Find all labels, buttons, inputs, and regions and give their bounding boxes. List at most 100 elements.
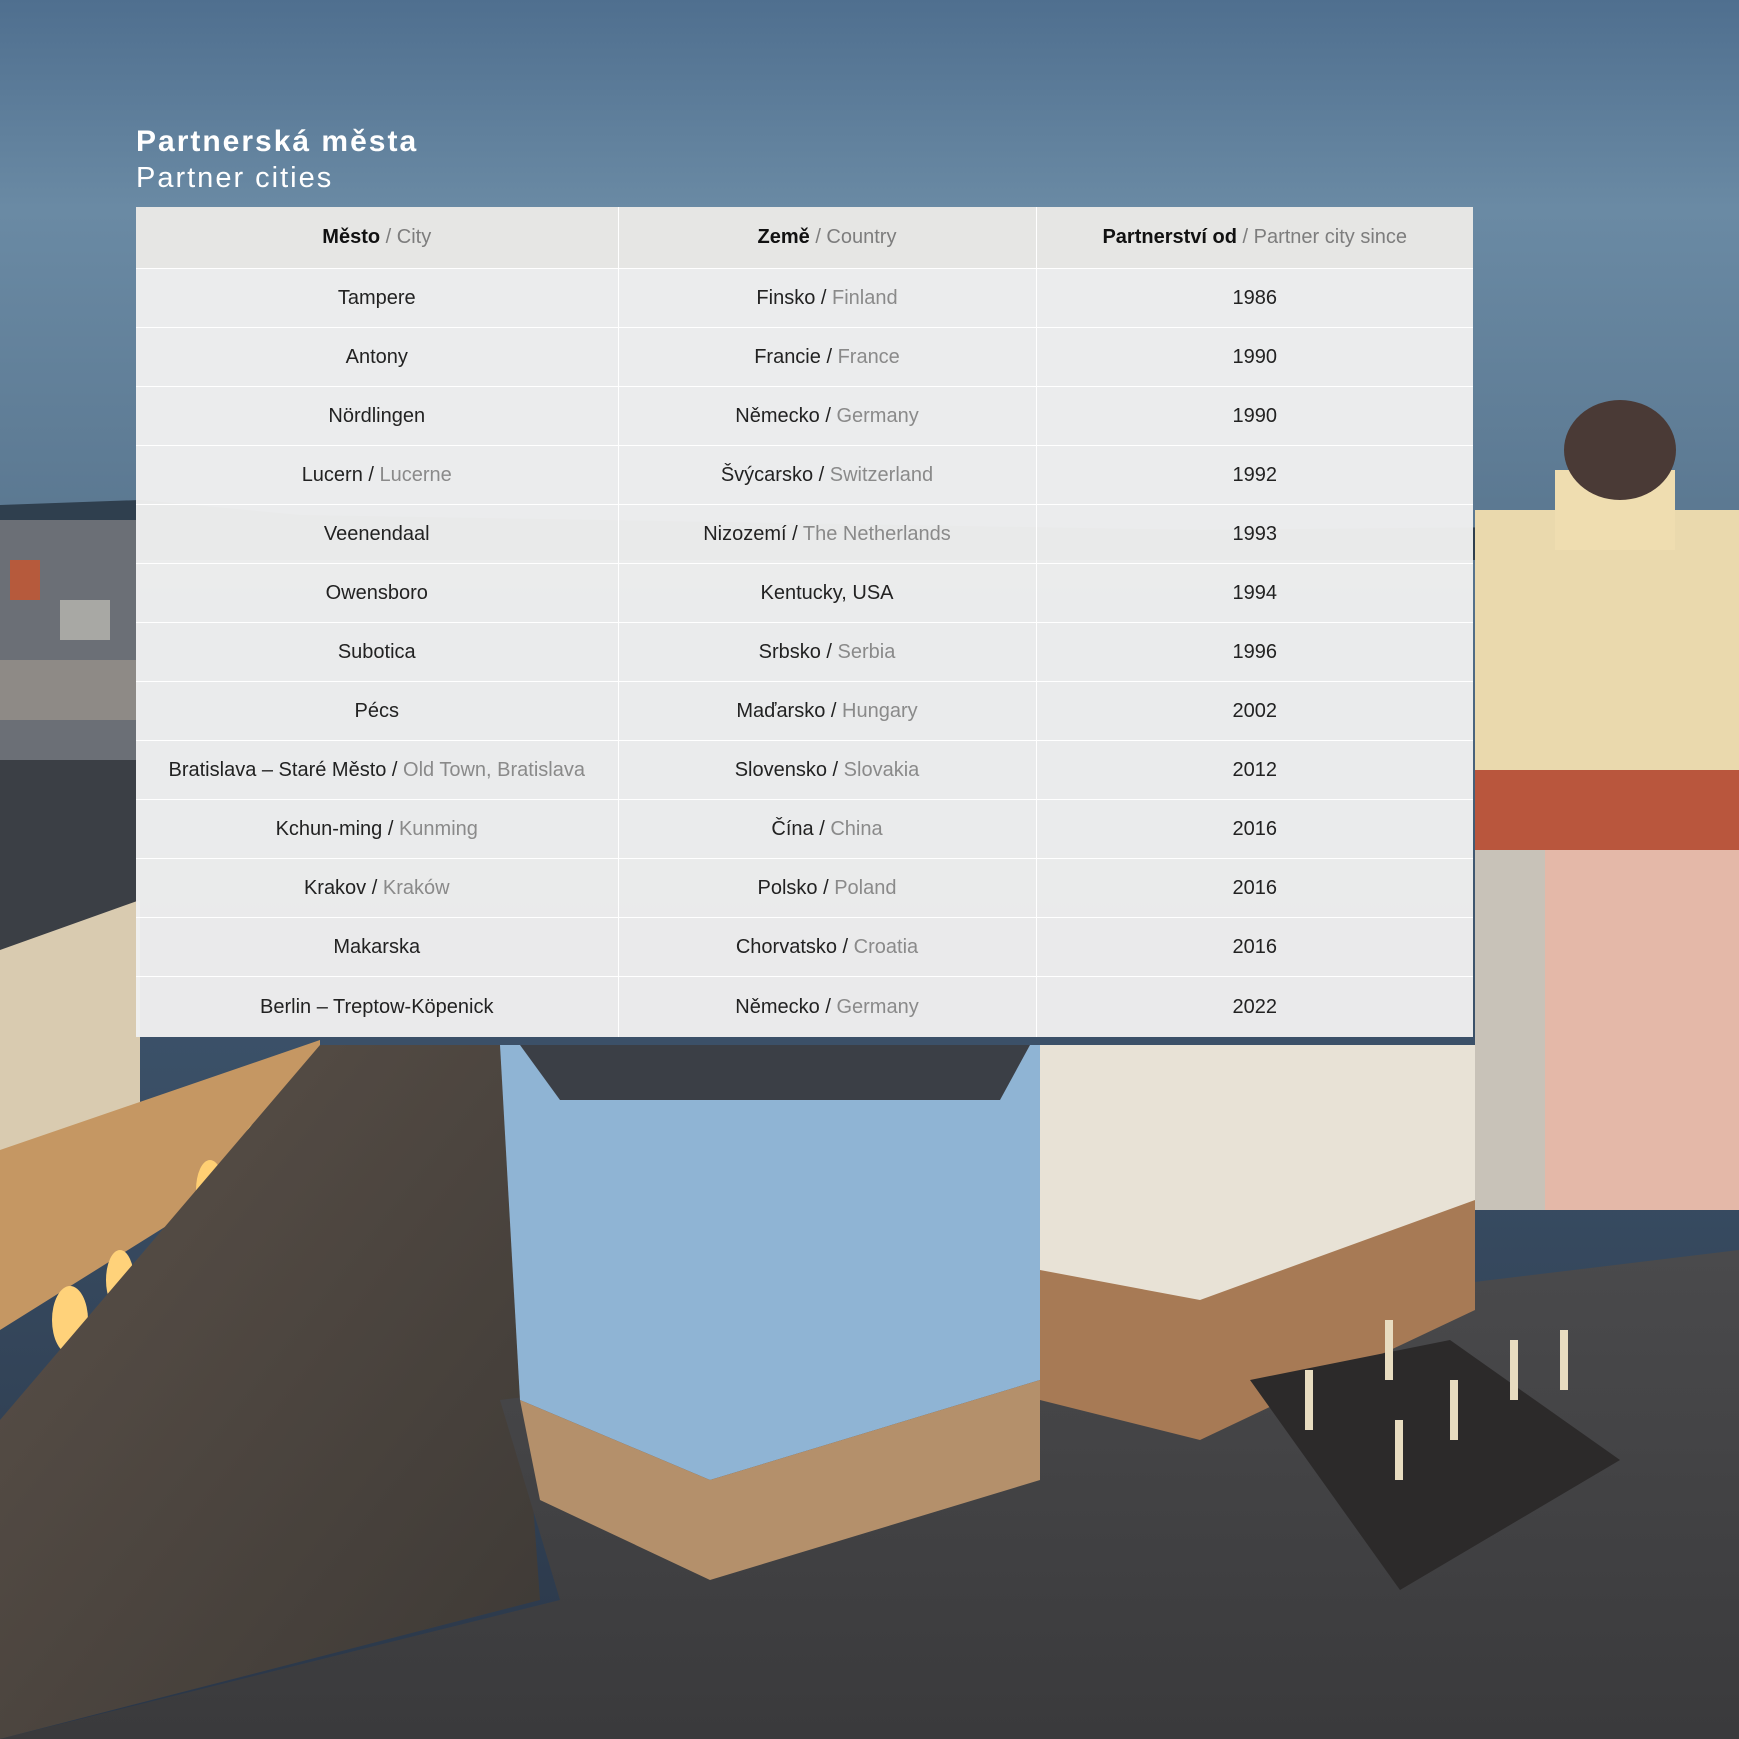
city-cell-main: Lucern — [301, 463, 363, 486]
city-cell-english: Lucerne — [379, 463, 452, 486]
country-cell: Německo / Germany — [618, 976, 1037, 1037]
country-cell-english: Germany — [836, 404, 919, 427]
country-cell-separator: / — [820, 345, 838, 368]
since-cell: 2016 — [1036, 799, 1473, 859]
city-cell: Kchun-ming / Kunming — [136, 799, 619, 859]
country-cell-english: Hungary — [842, 699, 918, 722]
city-cell: Owensboro — [136, 563, 619, 623]
city-cell-main: Antony — [345, 345, 408, 368]
header-city: Město / City — [136, 207, 619, 269]
country-cell-separator: / — [815, 286, 832, 309]
city-cell: Subotica — [136, 622, 619, 682]
city-cell: Krakov / Kraków — [136, 858, 619, 918]
table-row: Berlin – Treptow-Köpenick Německo / Germa… — [136, 976, 1473, 1037]
country-cell: Polsko / Poland — [618, 858, 1037, 918]
city-cell: Berlin – Treptow-Köpenick — [136, 976, 619, 1037]
city-cell: Bratislava – Staré Město / Old Town, Bra… — [136, 740, 619, 800]
country-cell: Kentucky, USA — [618, 563, 1037, 623]
table-row: Lucern / Lucerne Švýcarsko / Switzerland 1… — [136, 445, 1473, 505]
country-cell-main: Německo — [735, 995, 820, 1018]
table-row: Bratislava – Staré Město / Old Town, Bra… — [136, 740, 1473, 800]
table-row: Veenendaal Nizozemí / The Netherlands 1993 — [136, 504, 1473, 564]
country-cell: Čína / China — [618, 799, 1037, 859]
country-cell-separator: / — [825, 699, 843, 722]
table-row: Antony Francie / France 1990 — [136, 327, 1473, 387]
city-cell: Antony — [136, 327, 619, 387]
city-cell: Makarska — [136, 917, 619, 977]
country-cell-main: Maďarsko — [736, 699, 826, 722]
since-cell-main: 2022 — [1232, 995, 1278, 1018]
city-cell-english: Kunming — [398, 817, 478, 840]
table-row: Nördlingen Německo / Germany 1990 — [136, 386, 1473, 446]
country-cell-main: Francie — [754, 345, 821, 368]
country-cell-main: Kentucky, USA — [760, 581, 894, 604]
since-cell: 1986 — [1036, 268, 1473, 328]
city-cell-separator: / — [362, 463, 380, 486]
country-cell-english: Poland — [834, 876, 897, 899]
city-cell-main: Owensboro — [325, 581, 428, 604]
city-cell: Pécs — [136, 681, 619, 741]
since-cell-main: 1994 — [1232, 581, 1278, 604]
country-cell: Chorvatsko / Croatia — [618, 917, 1037, 977]
country-cell: Francie / France — [618, 327, 1037, 387]
city-cell-main: Veenendaal — [323, 522, 430, 545]
since-cell: 1990 — [1036, 327, 1473, 387]
country-cell-english: Serbia — [837, 640, 896, 663]
city-cell-main: Pécs — [354, 699, 399, 722]
since-cell: 1993 — [1036, 504, 1473, 564]
since-cell-main: 1993 — [1232, 522, 1278, 545]
table-row: Tampere Finsko / Finland 1986 — [136, 268, 1473, 328]
country-cell-main: Srbsko — [758, 640, 821, 663]
since-cell: 1994 — [1036, 563, 1473, 623]
city-cell-main: Kchun-ming — [275, 817, 383, 840]
city-cell: Tampere — [136, 268, 619, 328]
country-cell: Finsko / Finland — [618, 268, 1037, 328]
city-cell-main: Nördlingen — [328, 404, 426, 427]
header-since-main: Partnerství od — [1102, 226, 1237, 248]
partner-cities-table: Město / City Země / Country Partnerství … — [136, 207, 1473, 1037]
since-cell-main: 2016 — [1232, 935, 1278, 958]
country-cell-main: Nizozemí — [703, 522, 787, 545]
country-cell-english: Finland — [831, 286, 898, 309]
country-cell-main: Švýcarsko — [720, 463, 814, 486]
country-cell-main: Čína — [771, 817, 814, 840]
since-cell-main: 2016 — [1232, 876, 1278, 899]
country-cell-separator: / — [837, 935, 854, 958]
table-body: Tampere Finsko / Finland 1986 Antony Francie… — [136, 268, 1473, 1037]
country-cell-separator: / — [813, 463, 830, 486]
country-cell-main: Slovensko — [734, 758, 827, 781]
header-since: Partnerství od / Partner city since — [1036, 207, 1473, 269]
country-cell-main: Finsko — [756, 286, 816, 309]
header-country-sub: / Country — [809, 226, 897, 248]
since-cell: 1990 — [1036, 386, 1473, 446]
city-cell-separator: / — [386, 758, 404, 781]
country-cell-english: China — [830, 817, 883, 840]
table-row: Subotica Srbsko / Serbia 1996 — [136, 622, 1473, 682]
country-cell: Slovensko / Slovakia — [618, 740, 1037, 800]
city-cell-main: Makarska — [333, 935, 421, 958]
city-cell-main: Tampere — [337, 286, 416, 309]
country-cell: Maďarsko / Hungary — [618, 681, 1037, 741]
since-cell-main: 2016 — [1232, 817, 1278, 840]
table-header-row: Město / City Země / Country Partnerství … — [136, 207, 1473, 269]
title-english: Partner cities — [136, 162, 334, 194]
city-cell-main: Krakov — [303, 876, 367, 899]
header-country: Země / Country — [618, 207, 1037, 269]
country-cell-separator: / — [786, 522, 803, 545]
city-cell: Nördlingen — [136, 386, 619, 446]
header-country-main: Země — [757, 226, 810, 248]
header-since-sub: / Partner city since — [1236, 226, 1408, 248]
since-cell: 2012 — [1036, 740, 1473, 800]
city-cell-separator: / — [366, 876, 383, 899]
country-cell: Německo / Germany — [618, 386, 1037, 446]
since-cell-main: 2002 — [1232, 699, 1278, 722]
country-cell-separator: / — [819, 995, 837, 1018]
page-titles: Partnerská města Partner cities — [136, 124, 418, 196]
country-cell-english: France — [837, 345, 900, 368]
table-row: Owensboro Kentucky, USA 1994 — [136, 563, 1473, 623]
country-cell-separator: / — [817, 876, 835, 899]
country-cell-separator: / — [820, 640, 838, 663]
country-cell-separator: / — [819, 404, 837, 427]
country-cell: Švýcarsko / Switzerland — [618, 445, 1037, 505]
since-cell-main: 1996 — [1232, 640, 1278, 663]
